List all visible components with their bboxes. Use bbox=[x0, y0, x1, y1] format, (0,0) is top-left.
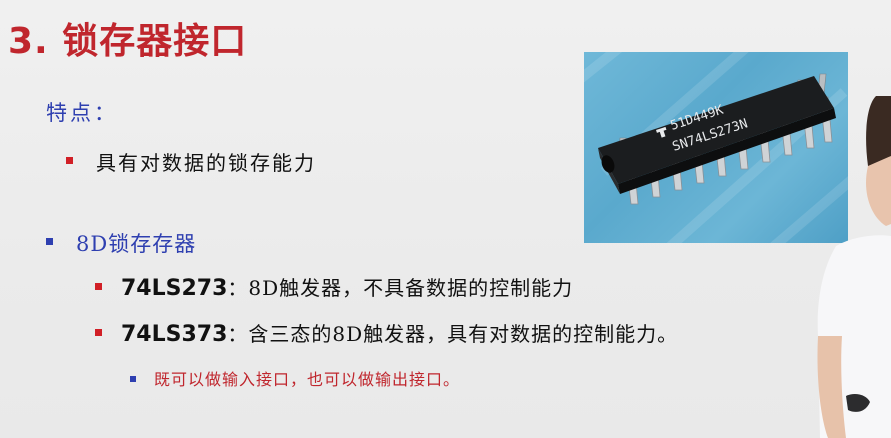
slide: 3. 锁存器接口 特点： 具有对数据的锁存能力 8D锁存存器 74LS273：8… bbox=[0, 0, 891, 438]
section-item: 8D锁存存器 bbox=[76, 232, 197, 256]
features-label: 特点： bbox=[46, 101, 118, 125]
chip-separator: ： bbox=[227, 276, 249, 300]
slide-title: 3. 锁存器接口 bbox=[8, 21, 248, 62]
red-bullet-icon bbox=[66, 157, 73, 164]
blue-bullet-icon bbox=[46, 238, 53, 245]
chip-description: 含三态的8D触发器，具有对数据的控制能力。 bbox=[248, 322, 679, 346]
chip-name: 74LS273 bbox=[121, 276, 228, 301]
red-bullet-icon bbox=[95, 283, 102, 290]
red-bullet-icon bbox=[95, 329, 102, 336]
chip-item-74ls273: 74LS273：8D触发器，不具备数据的控制能力 bbox=[121, 272, 573, 301]
presenter-video bbox=[817, 96, 891, 438]
blue-bullet-icon bbox=[130, 376, 136, 382]
chip-item-74ls373: 74LS373：含三态的8D触发器，具有对数据的控制能力。 bbox=[121, 318, 678, 347]
chip-separator: ： bbox=[227, 322, 249, 346]
chip-name: 74LS373 bbox=[121, 322, 228, 347]
chip-description: 8D触发器，不具备数据的控制能力 bbox=[248, 276, 574, 300]
feature-item: 具有对数据的锁存能力 bbox=[96, 151, 316, 175]
sub-item: 既可以做输入接口，也可以做输出接口。 bbox=[154, 370, 461, 389]
